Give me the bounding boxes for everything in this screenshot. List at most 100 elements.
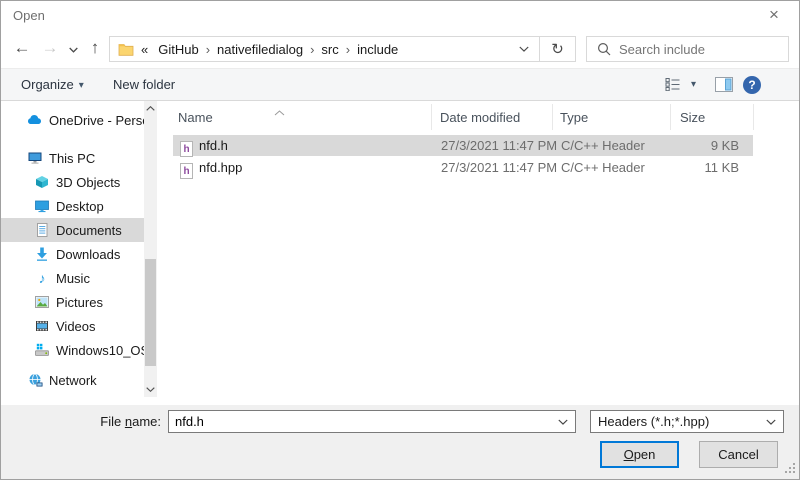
chevron-down-icon[interactable] bbox=[551, 411, 575, 432]
column-header-size[interactable]: Size bbox=[680, 108, 705, 128]
sidebar-item-3d-objects[interactable]: 3D Objects bbox=[1, 170, 144, 194]
breadcrumb-overflow-icon[interactable]: « bbox=[141, 42, 152, 57]
file-row-nfd-hpp[interactable]: h nfd.hpp 27/3/2021 11:47 PM C/C++ Heade… bbox=[173, 157, 753, 178]
breadcrumb-item-nativefiledialog[interactable]: nativefiledialog bbox=[211, 42, 309, 57]
sidebar-item-label: Network bbox=[49, 373, 97, 388]
music-note-icon: ♪ bbox=[34, 270, 50, 286]
column-divider[interactable] bbox=[552, 104, 553, 130]
header-file-icon: h bbox=[180, 159, 193, 180]
sidebar-item-label: 3D Objects bbox=[56, 175, 120, 190]
sidebar-item-downloads[interactable]: Downloads bbox=[1, 242, 144, 266]
file-type: C/C++ Header bbox=[561, 135, 645, 156]
organize-label: Organize bbox=[21, 77, 74, 92]
breadcrumb-item-src[interactable]: src bbox=[315, 42, 344, 57]
new-folder-label: New folder bbox=[113, 77, 175, 92]
sidebar-item-label: Pictures bbox=[56, 295, 103, 310]
desktop-icon bbox=[34, 198, 50, 214]
os-drive-icon bbox=[34, 342, 50, 358]
sidebar-item-label: Documents bbox=[56, 223, 122, 238]
column-header-type[interactable]: Type bbox=[560, 108, 588, 128]
breadcrumb-item-include[interactable]: include bbox=[351, 42, 404, 57]
file-size: 9 KB bbox=[671, 135, 739, 156]
sidebar-scrollbar[interactable] bbox=[144, 101, 157, 397]
videos-icon bbox=[34, 318, 50, 334]
file-name: nfd.hpp bbox=[199, 157, 242, 178]
scrollbar-thumb[interactable] bbox=[145, 259, 156, 366]
scroll-down-icon[interactable] bbox=[144, 382, 157, 397]
sidebar-item-label: Desktop bbox=[56, 199, 104, 214]
pictures-icon bbox=[34, 294, 50, 310]
navigation-bar: ← → ↑ « GitHub › nativefiledialog › src … bbox=[1, 30, 799, 68]
network-icon bbox=[27, 372, 43, 388]
column-header-date-modified[interactable]: Date modified bbox=[440, 108, 520, 128]
back-icon[interactable]: ← bbox=[9, 30, 35, 68]
dialog-title: Open bbox=[13, 8, 45, 23]
sidebar-item-pictures[interactable]: Pictures bbox=[1, 290, 144, 314]
forward-icon: → bbox=[37, 30, 63, 68]
file-type: C/C++ Header bbox=[561, 157, 645, 178]
address-dropdown-icon[interactable] bbox=[509, 37, 539, 61]
folder-icon bbox=[118, 42, 134, 56]
sidebar-item-videos[interactable]: Videos bbox=[1, 314, 144, 338]
sidebar-item-label: This PC bbox=[49, 151, 95, 166]
column-divider[interactable] bbox=[431, 104, 432, 130]
sidebar-item-desktop[interactable]: Desktop bbox=[1, 194, 144, 218]
sidebar-item-windows10-os-drive[interactable]: Windows10_OS ( bbox=[1, 338, 144, 362]
sidebar-item-documents[interactable]: Documents bbox=[1, 218, 144, 242]
main-area: OneDrive - Person This PC 3D Objects Des… bbox=[1, 101, 799, 405]
file-name: nfd.h bbox=[199, 135, 228, 156]
title-bar: Open × bbox=[1, 1, 799, 30]
3d-objects-icon bbox=[34, 174, 50, 190]
organize-button[interactable]: Organize ▾ bbox=[21, 69, 84, 100]
dialog-footer: File name: Headers (*.h;*.hpp) Open Canc… bbox=[1, 405, 799, 479]
open-file-dialog: Open × ← → ↑ « GitHub › nativefiledialog… bbox=[0, 0, 800, 480]
cancel-button[interactable]: Cancel bbox=[699, 441, 778, 468]
sidebar-item-this-pc[interactable]: This PC bbox=[1, 146, 144, 170]
downloads-icon bbox=[34, 246, 50, 262]
documents-icon bbox=[34, 222, 50, 238]
search-input[interactable] bbox=[619, 42, 788, 57]
this-pc-icon bbox=[27, 150, 43, 166]
sidebar-item-music[interactable]: ♪ Music bbox=[1, 266, 144, 290]
up-icon[interactable]: ↑ bbox=[83, 30, 107, 68]
file-date-modified: 27/3/2021 11:47 PM bbox=[441, 157, 557, 178]
open-button[interactable]: Open bbox=[600, 441, 679, 468]
column-divider[interactable] bbox=[670, 104, 671, 130]
file-name-input[interactable] bbox=[169, 414, 551, 429]
file-name-combobox[interactable] bbox=[168, 410, 576, 433]
sidebar-item-label: Music bbox=[56, 271, 90, 286]
new-folder-button[interactable]: New folder bbox=[113, 69, 175, 100]
breadcrumb-item-github[interactable]: GitHub bbox=[152, 42, 204, 57]
sort-ascending-icon bbox=[274, 104, 285, 119]
sidebar-item-onedrive[interactable]: OneDrive - Person bbox=[1, 108, 144, 132]
preview-pane-icon[interactable] bbox=[715, 77, 733, 95]
column-divider[interactable] bbox=[753, 104, 754, 130]
header-file-icon: h bbox=[180, 137, 193, 158]
chevron-down-icon[interactable] bbox=[759, 411, 783, 432]
close-icon[interactable]: × bbox=[757, 3, 791, 28]
sidebar-item-label: Videos bbox=[56, 319, 96, 334]
file-name-label: File name: bbox=[1, 414, 161, 429]
search-icon bbox=[597, 42, 611, 56]
resize-grip[interactable] bbox=[785, 462, 796, 477]
command-bar: Organize ▾ New folder ▾ ? bbox=[1, 68, 799, 101]
recent-locations-icon[interactable] bbox=[65, 30, 81, 68]
onedrive-cloud-icon bbox=[27, 112, 43, 128]
filter-value: Headers (*.h;*.hpp) bbox=[598, 414, 759, 429]
view-options-chevron-icon[interactable]: ▾ bbox=[691, 69, 696, 100]
sidebar-item-network[interactable]: Network bbox=[1, 368, 144, 392]
file-type-filter-dropdown[interactable]: Headers (*.h;*.hpp) bbox=[590, 410, 784, 433]
sidebar-item-label: Downloads bbox=[56, 247, 120, 262]
refresh-icon[interactable]: ↻ bbox=[539, 36, 576, 62]
address-bar[interactable]: « GitHub › nativefiledialog › src › incl… bbox=[109, 36, 576, 62]
scroll-up-icon[interactable] bbox=[144, 101, 157, 116]
column-header-name[interactable]: Name bbox=[178, 108, 213, 128]
sidebar-item-label: OneDrive - Person bbox=[49, 113, 144, 128]
search-box[interactable] bbox=[586, 36, 789, 62]
chevron-down-icon: ▾ bbox=[79, 80, 84, 91]
help-icon[interactable]: ? bbox=[743, 76, 761, 94]
details-view-icon[interactable] bbox=[665, 77, 681, 94]
file-row-nfd-h[interactable]: h nfd.h 27/3/2021 11:47 PM C/C++ Header … bbox=[173, 135, 753, 156]
sidebar-item-label: Windows10_OS ( bbox=[56, 343, 144, 358]
file-date-modified: 27/3/2021 11:47 PM bbox=[441, 135, 557, 156]
